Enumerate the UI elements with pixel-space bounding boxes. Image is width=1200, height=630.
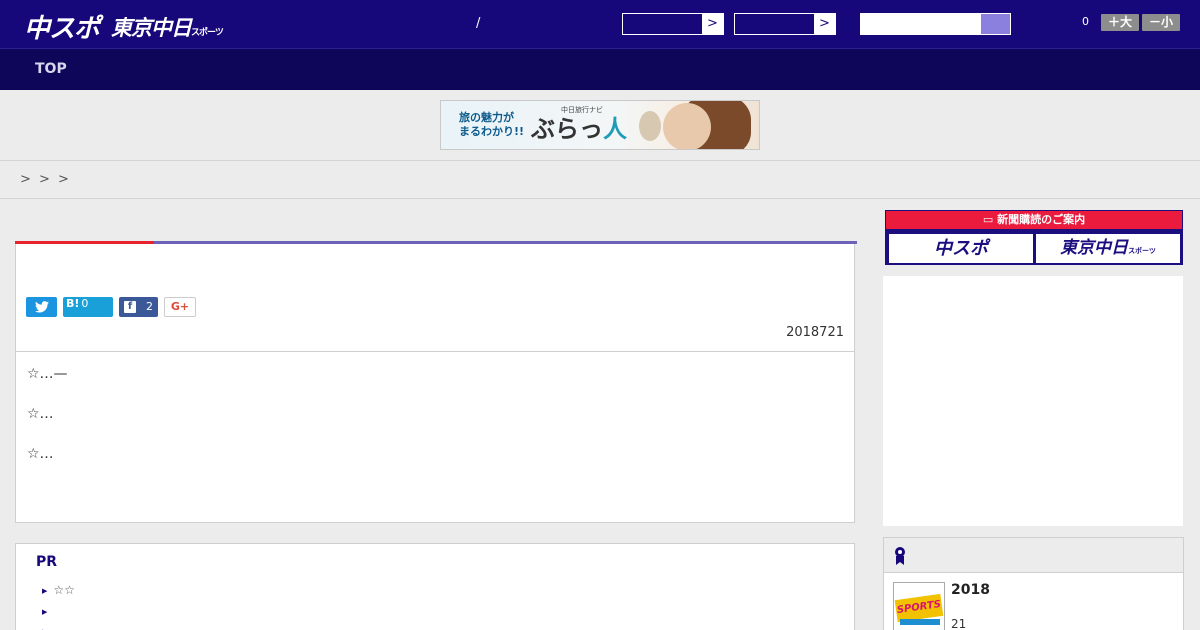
pr-link[interactable]: ▶ ☆☆ <box>42 583 75 597</box>
breadcrumb-separator: > <box>58 172 69 187</box>
article-accent-blue <box>154 241 857 244</box>
edition-select-2[interactable]: > <box>734 13 836 35</box>
breadcrumb-separator: > <box>39 172 50 187</box>
triangle-bullet-icon: ▶ <box>42 607 48 616</box>
ranking-item-title[interactable]: 2018 <box>951 582 990 598</box>
search-button[interactable] <box>981 14 1010 34</box>
ranking-thumbnail[interactable]: SPORTS <box>893 582 945 630</box>
pr-link[interactable]: ▶ <box>42 624 53 630</box>
article-paragraph: ☆… <box>27 446 54 462</box>
tokyo-logo-main: 東京中日 <box>111 16 192 40</box>
chuspo-logo[interactable]: 中スポ <box>24 8 100 45</box>
ad-photo-face <box>663 103 711 149</box>
subscription-heading-text: 新聞購読のご案内 <box>997 213 1086 226</box>
font-smaller-button[interactable]: －小 <box>1142 14 1180 31</box>
edition-select-1[interactable]: > <box>622 13 724 35</box>
breadcrumb: > > > <box>0 160 1200 199</box>
google-plus-button[interactable]: G+ <box>164 297 196 317</box>
facebook-count: 2 <box>146 300 153 313</box>
hatena-bookmark-button[interactable]: B! 0 <box>63 297 113 317</box>
newspaper-icon: ▭ <box>982 213 998 226</box>
nav-item-top[interactable]: TOP <box>35 61 67 77</box>
ribbon-icon <box>895 547 905 565</box>
chevron-right-icon[interactable]: > <box>814 14 835 34</box>
global-nav: TOP <box>0 48 1200 90</box>
header-separator: / <box>476 16 481 31</box>
subscribe-tokyo-button[interactable]: 東京中日スポーツ <box>1036 234 1180 263</box>
ad-logo-part2: 人 <box>603 114 627 143</box>
site-header: 中スポ 東京中日スポーツ / > > 0 ＋大 －小 <box>0 0 1200 48</box>
shell-icon <box>639 111 661 141</box>
facebook-icon: f <box>124 301 136 313</box>
article-paragraph: ☆… <box>27 406 54 422</box>
triangle-bullet-icon: ▶ <box>42 586 48 595</box>
article-paragraph: ☆…— <box>27 366 68 382</box>
twitter-share-button[interactable] <box>26 297 57 317</box>
pr-link[interactable]: ▶ <box>42 604 53 618</box>
breadcrumb-separator: > <box>20 172 31 187</box>
font-larger-button[interactable]: ＋大 <box>1101 14 1139 31</box>
ranking-item-sub: 21 <box>951 617 967 630</box>
article-accent-red <box>15 241 154 244</box>
ad-banner-text: 旅の魅力が まるわかり!! <box>459 111 524 139</box>
unread-count: 0 <box>1082 15 1089 28</box>
pr-box: PR ▶ ☆☆ ▶ ▶ <box>15 543 855 630</box>
subscribe-tokyo-sub: スポーツ <box>1128 247 1156 255</box>
search-input[interactable] <box>860 13 1011 35</box>
subscribe-chuspo-button[interactable]: 中スポ <box>889 234 1033 263</box>
article-card: B! 0 f2 G+ 2018721 ☆…— ☆… ☆… <box>15 241 857 523</box>
article-divider <box>16 351 854 352</box>
ranking-box: SPORTS 2018 21 <box>883 537 1184 630</box>
ad-banner-logo: ぶらっ人 <box>531 109 627 144</box>
hatena-count: 0 <box>81 297 89 310</box>
pr-title: PR <box>36 554 58 570</box>
tokyo-chunichi-logo[interactable]: 東京中日スポーツ <box>111 12 224 42</box>
tokyo-logo-sub: スポーツ <box>191 28 224 38</box>
ad-text-line2: まるわかり!! <box>459 125 525 138</box>
ad-text-line1: 旅の魅力が <box>459 111 514 124</box>
subscription-banner[interactable]: ▭ 新聞購読のご案内 中スポ 東京中日スポーツ <box>885 210 1183 265</box>
pr-link-text: ☆☆ <box>53 583 75 597</box>
thumbnail-title: SPORTS <box>894 593 944 623</box>
thumbnail-stripe <box>900 619 940 625</box>
ad-logo-part1: ぶらっ <box>531 114 603 143</box>
sidebar-ad-slot[interactable] <box>883 276 1183 526</box>
facebook-share-button[interactable]: f2 <box>119 297 158 317</box>
article-date: 2018721 <box>786 325 844 340</box>
ad-banner[interactable]: 旅の魅力が まるわかり!! 中日旅行ナビ ぶらっ人 <box>440 100 760 150</box>
hatena-label: B! <box>66 297 80 310</box>
twitter-icon <box>34 301 49 313</box>
subscription-heading: ▭ 新聞購読のご案内 <box>886 211 1182 229</box>
chevron-right-icon[interactable]: > <box>702 14 723 34</box>
ranking-header <box>884 538 1183 573</box>
subscribe-tokyo-main: 東京中日 <box>1060 238 1129 258</box>
